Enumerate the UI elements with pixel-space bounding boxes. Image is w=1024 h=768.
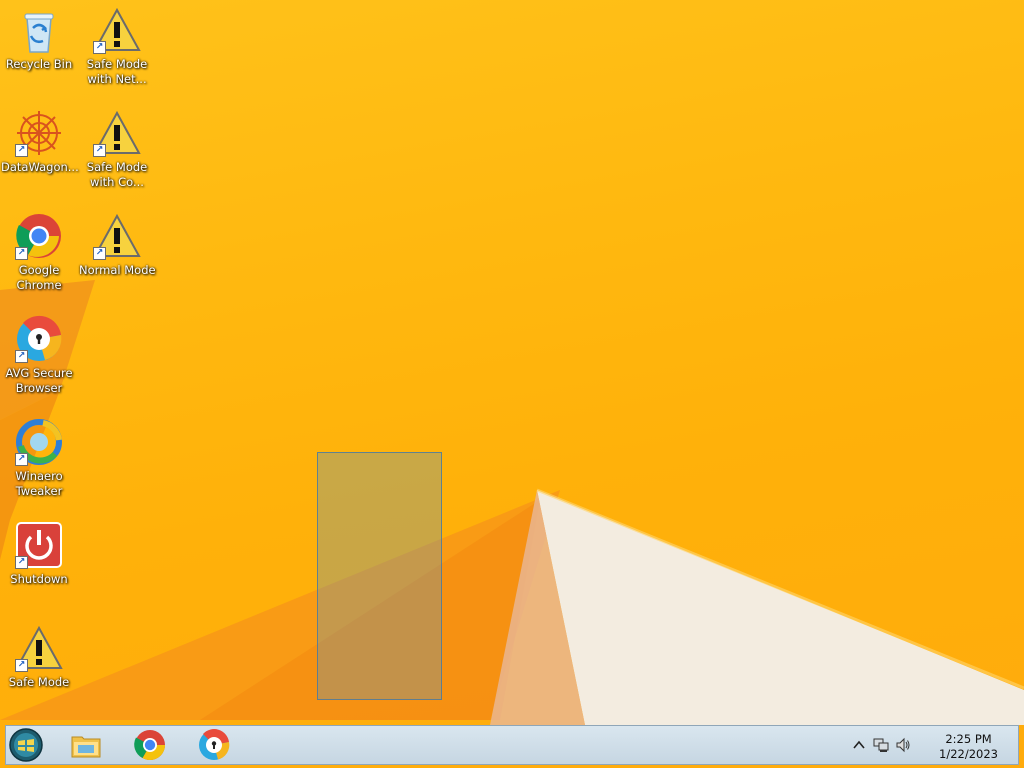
desktop-icon-label: Google Chrome	[16, 263, 62, 292]
system-tray: 2:25 PM 1/22/2023	[848, 726, 1018, 764]
desktop-icon-label: DataWagon...	[1, 160, 79, 174]
taskbar: 2:25 PM 1/22/2023	[5, 725, 1019, 765]
desktop-icon-winaero-tweaker[interactable]: ↗ Winaero Tweaker	[1, 418, 77, 499]
desktop-icon-label: Safe Mode	[8, 675, 70, 689]
shortcut-arrow-icon: ↗	[93, 144, 106, 157]
shortcut-arrow-icon: ↗	[15, 659, 28, 672]
desktop-icon-label: AVG Secure Browser	[5, 366, 73, 395]
desktop-icon-safe-mode[interactable]: ↗ Safe Mode	[1, 624, 77, 690]
shortcut-arrow-icon: ↗	[15, 556, 28, 569]
desktop-icon-safe-mode-networking[interactable]: ↗ Safe Mode with Net...	[79, 6, 155, 87]
desktop-icon-google-chrome[interactable]: ↗ Google Chrome	[1, 212, 77, 293]
shortcut-arrow-icon: ↗	[93, 41, 106, 54]
taskbar-avg-secure-browser[interactable]	[197, 728, 231, 762]
taskbar-file-explorer[interactable]	[69, 728, 103, 762]
clock-date: 1/22/2023	[939, 747, 998, 761]
file-explorer-icon	[71, 736, 101, 758]
clock-time: 2:25 PM	[945, 732, 992, 746]
recycle-bin-icon	[24, 13, 54, 53]
chrome-icon	[134, 730, 165, 761]
avg-browser-icon	[199, 729, 230, 760]
selection-rectangle	[317, 452, 442, 700]
desktop-icon-recycle-bin[interactable]: Recycle Bin	[1, 6, 77, 72]
start-button[interactable]	[9, 728, 43, 762]
taskbar-google-chrome[interactable]	[133, 728, 167, 762]
desktop-icon-safe-mode-command[interactable]: ↗ Safe Mode with Co...	[79, 109, 155, 190]
desktop-icon-label: Safe Mode with Net...	[86, 57, 148, 86]
desktop-icon-label: Safe Mode with Co...	[86, 160, 148, 189]
desktop-icon-label: Normal Mode	[79, 263, 156, 277]
network-icon[interactable]	[873, 737, 889, 753]
volume-icon[interactable]	[895, 737, 911, 753]
desktop-icon-label: Recycle Bin	[5, 57, 73, 71]
shortcut-arrow-icon: ↗	[15, 453, 28, 466]
shortcut-arrow-icon: ↗	[15, 144, 28, 157]
taskbar-clock[interactable]: 2:25 PM 1/22/2023	[939, 732, 998, 762]
shortcut-arrow-icon: ↗	[93, 247, 106, 260]
shortcut-arrow-icon: ↗	[15, 247, 28, 260]
shortcut-arrow-icon: ↗	[15, 350, 28, 363]
desktop-icon-datawagon[interactable]: ↗ DataWagon...	[1, 109, 79, 175]
desktop-icon-shutdown[interactable]: ↗ Shutdown	[1, 521, 77, 587]
desktop-icon-label: Winaero Tweaker	[15, 469, 63, 498]
start-orb-icon	[9, 728, 43, 762]
desktop-icon-avg-secure-browser[interactable]: ↗ AVG Secure Browser	[1, 315, 77, 396]
show-hidden-icons-chevron[interactable]	[851, 737, 867, 753]
desktop-icon-label: Shutdown	[10, 572, 68, 586]
desktop-icon-normal-mode[interactable]: ↗ Normal Mode	[79, 212, 156, 278]
